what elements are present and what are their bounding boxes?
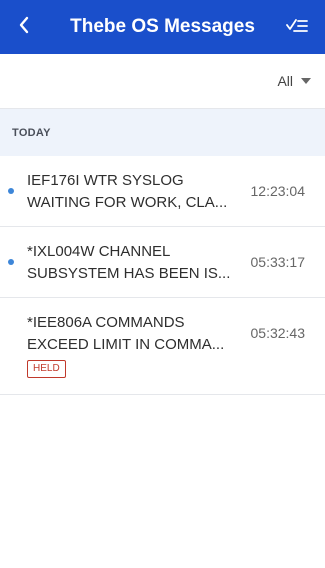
held-badge: HELD [27,360,66,378]
back-arrow-icon [18,16,30,39]
mark-all-read-icon [286,16,308,39]
unread-indicator-icon [8,188,14,194]
message-time: 05:32:43 [250,325,306,341]
message-time: 12:23:04 [250,183,306,199]
message-text-line-2: SUBSYSTEM HAS BEEN IS... [27,265,231,282]
message-item[interactable]: *IEE806A COMMANDS EXCEED LIMIT IN COMMA.… [0,298,325,395]
mark-all-read-button[interactable] [277,0,317,54]
message-text-line-1: *IEE806A COMMANDS [27,314,185,331]
message-time: 05:33:17 [250,254,306,270]
message-item[interactable]: *IXL004W CHANNEL SUBSYSTEM HAS BEEN IS..… [0,227,325,298]
page-title: Thebe OS Messages [70,16,255,37]
message-text-line-1: *IXL004W CHANNEL [27,243,171,260]
message-text-line-2: EXCEED LIMIT IN COMMA... [27,336,225,353]
app-header: Thebe OS Messages [0,0,325,54]
message-text-line-1: IEF176I WTR SYSLOG [27,172,184,189]
message-item[interactable]: IEF176I WTR SYSLOG WAITING FOR WORK, CLA… [0,156,325,227]
message-text-line-2: WAITING FOR WORK, CLA... [27,194,228,211]
unread-indicator-icon [8,259,14,265]
back-button[interactable] [0,0,48,54]
filter-dropdown[interactable]: All [277,73,311,89]
section-header-today: TODAY [0,109,325,156]
filter-bar: All [0,54,325,109]
filter-selected-value: All [277,73,293,89]
chevron-down-icon [301,78,311,84]
messages-screen: Thebe OS Messages All TODAY IEF176I WTR … [0,0,325,568]
